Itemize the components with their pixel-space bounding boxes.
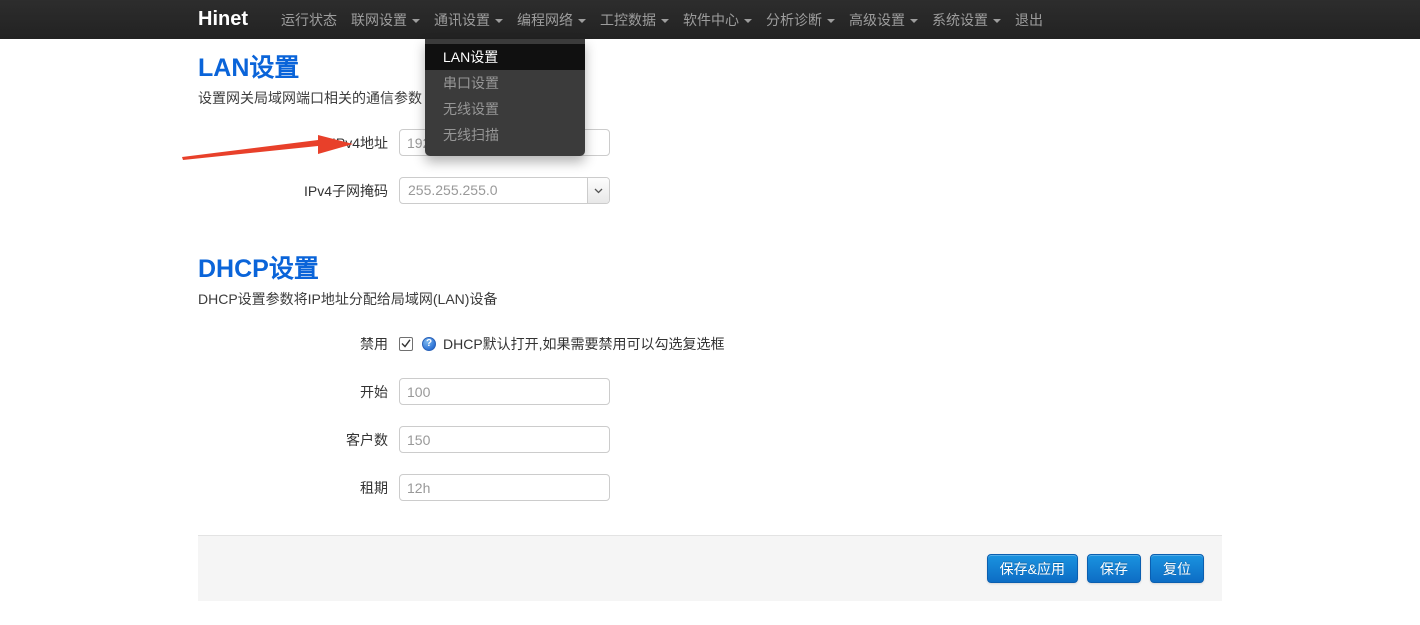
dropdown-item-lan-settings[interactable]: LAN设置 xyxy=(425,44,585,70)
red-arrow-annotation xyxy=(182,135,354,161)
nav-item-label: 工控数据 xyxy=(600,10,656,30)
nav-item-run-status[interactable]: 运行状态 xyxy=(274,0,344,39)
dhcp-lease-row: 租期 xyxy=(198,474,1222,501)
nav-item-network-settings[interactable]: 联网设置 xyxy=(344,0,427,39)
nav-item-label: 编程网络 xyxy=(517,10,573,30)
nav-item-label: 分析诊断 xyxy=(766,10,822,30)
nav-item-advanced-settings[interactable]: 高级设置 xyxy=(842,0,925,39)
brand-logo[interactable]: Hinet xyxy=(198,0,248,39)
caret-down-icon xyxy=(827,19,835,23)
dhcp-disable-row: 禁用 ? DHCP默认打开,如果需要禁用可以勾选复选框 xyxy=(198,330,1222,357)
main-menu: 运行状态 联网设置 通讯设置 LAN设置 串口设置 无线设置 无线扫描 编程网络… xyxy=(274,0,1050,39)
ipv4-netmask-label: IPv4子网掩码 xyxy=(198,181,399,201)
caret-down-icon xyxy=(993,19,1001,23)
nav-item-label: 通讯设置 xyxy=(434,10,490,30)
lan-section-description: 设置网关局域网端口相关的通信参数 xyxy=(198,88,1222,108)
lan-settings-section: LAN设置 设置网关局域网端口相关的通信参数 IPv4地址 IPv4子网掩码 2… xyxy=(198,39,1222,204)
lan-section-title: LAN设置 xyxy=(198,53,1222,83)
ipv4-netmask-row: IPv4子网掩码 255.255.255.0 xyxy=(198,177,1222,204)
dhcp-clients-row: 客户数 xyxy=(198,426,1222,453)
nav-item-label: 系统设置 xyxy=(932,10,988,30)
nav-item-label: 软件中心 xyxy=(683,10,739,30)
nav-item-industrial-data[interactable]: 工控数据 xyxy=(593,0,676,39)
nav-item-label: 联网设置 xyxy=(351,10,407,30)
nav-item-programming-network[interactable]: 编程网络 xyxy=(510,0,593,39)
nav-item-software-center[interactable]: 软件中心 xyxy=(676,0,759,39)
dhcp-section-title: DHCP设置 xyxy=(198,254,1222,284)
dhcp-disable-label: 禁用 xyxy=(198,334,399,354)
checkmark-icon xyxy=(401,339,411,348)
nav-item-logout[interactable]: 退出 xyxy=(1008,0,1050,39)
reset-button[interactable]: 复位 xyxy=(1150,554,1204,583)
dhcp-section-description: DHCP设置参数将IP地址分配给局域网(LAN)设备 xyxy=(198,289,1222,309)
help-icon: ? xyxy=(422,337,436,351)
actions-bar: 保存&应用 保存 复位 xyxy=(198,535,1222,601)
dropdown-item-wireless-scan[interactable]: 无线扫描 xyxy=(425,122,585,148)
dhcp-start-label: 开始 xyxy=(198,382,399,402)
top-navbar: Hinet 运行状态 联网设置 通讯设置 LAN设置 串口设置 无线设置 无线扫… xyxy=(0,0,1420,39)
dhcp-clients-label: 客户数 xyxy=(198,430,399,450)
dropdown-item-wireless-settings[interactable]: 无线设置 xyxy=(425,96,585,122)
dhcp-clients-input[interactable] xyxy=(399,426,610,453)
page-content: LAN设置 设置网关局域网端口相关的通信参数 IPv4地址 IPv4子网掩码 2… xyxy=(198,39,1222,601)
nav-item-analysis-diagnosis[interactable]: 分析诊断 xyxy=(759,0,842,39)
nav-item-system-settings[interactable]: 系统设置 xyxy=(925,0,1008,39)
nav-item-comm-settings[interactable]: 通讯设置 xyxy=(427,0,510,39)
dhcp-start-row: 开始 xyxy=(198,378,1222,405)
nav-item-label: 高级设置 xyxy=(849,10,905,30)
chevron-down-icon xyxy=(587,178,609,203)
nav-item-label: 运行状态 xyxy=(281,10,337,30)
dhcp-lease-label: 租期 xyxy=(198,478,399,498)
comm-settings-dropdown: LAN设置 串口设置 无线设置 无线扫描 xyxy=(425,39,585,156)
dhcp-lease-input[interactable] xyxy=(399,474,610,501)
navbar-inner: Hinet 运行状态 联网设置 通讯设置 LAN设置 串口设置 无线设置 无线扫… xyxy=(198,0,1222,39)
dhcp-disable-help-text: DHCP默认打开,如果需要禁用可以勾选复选框 xyxy=(443,334,725,354)
caret-down-icon xyxy=(412,19,420,23)
ipv4-netmask-select[interactable]: 255.255.255.0 xyxy=(399,177,610,204)
dropdown-item-serial-settings[interactable]: 串口设置 xyxy=(425,70,585,96)
dhcp-start-input[interactable] xyxy=(399,378,610,405)
save-button[interactable]: 保存 xyxy=(1087,554,1141,583)
nav-item-label: 退出 xyxy=(1015,10,1043,30)
caret-down-icon xyxy=(578,19,586,23)
caret-down-icon xyxy=(661,19,669,23)
dhcp-settings-section: DHCP设置 DHCP设置参数将IP地址分配给局域网(LAN)设备 禁用 ? D… xyxy=(198,254,1222,501)
dhcp-disable-checkbox[interactable] xyxy=(399,337,413,351)
ipv4-netmask-value: 255.255.255.0 xyxy=(400,178,587,203)
caret-down-icon xyxy=(495,19,503,23)
save-apply-button[interactable]: 保存&应用 xyxy=(987,554,1078,583)
caret-down-icon xyxy=(910,19,918,23)
caret-down-icon xyxy=(744,19,752,23)
